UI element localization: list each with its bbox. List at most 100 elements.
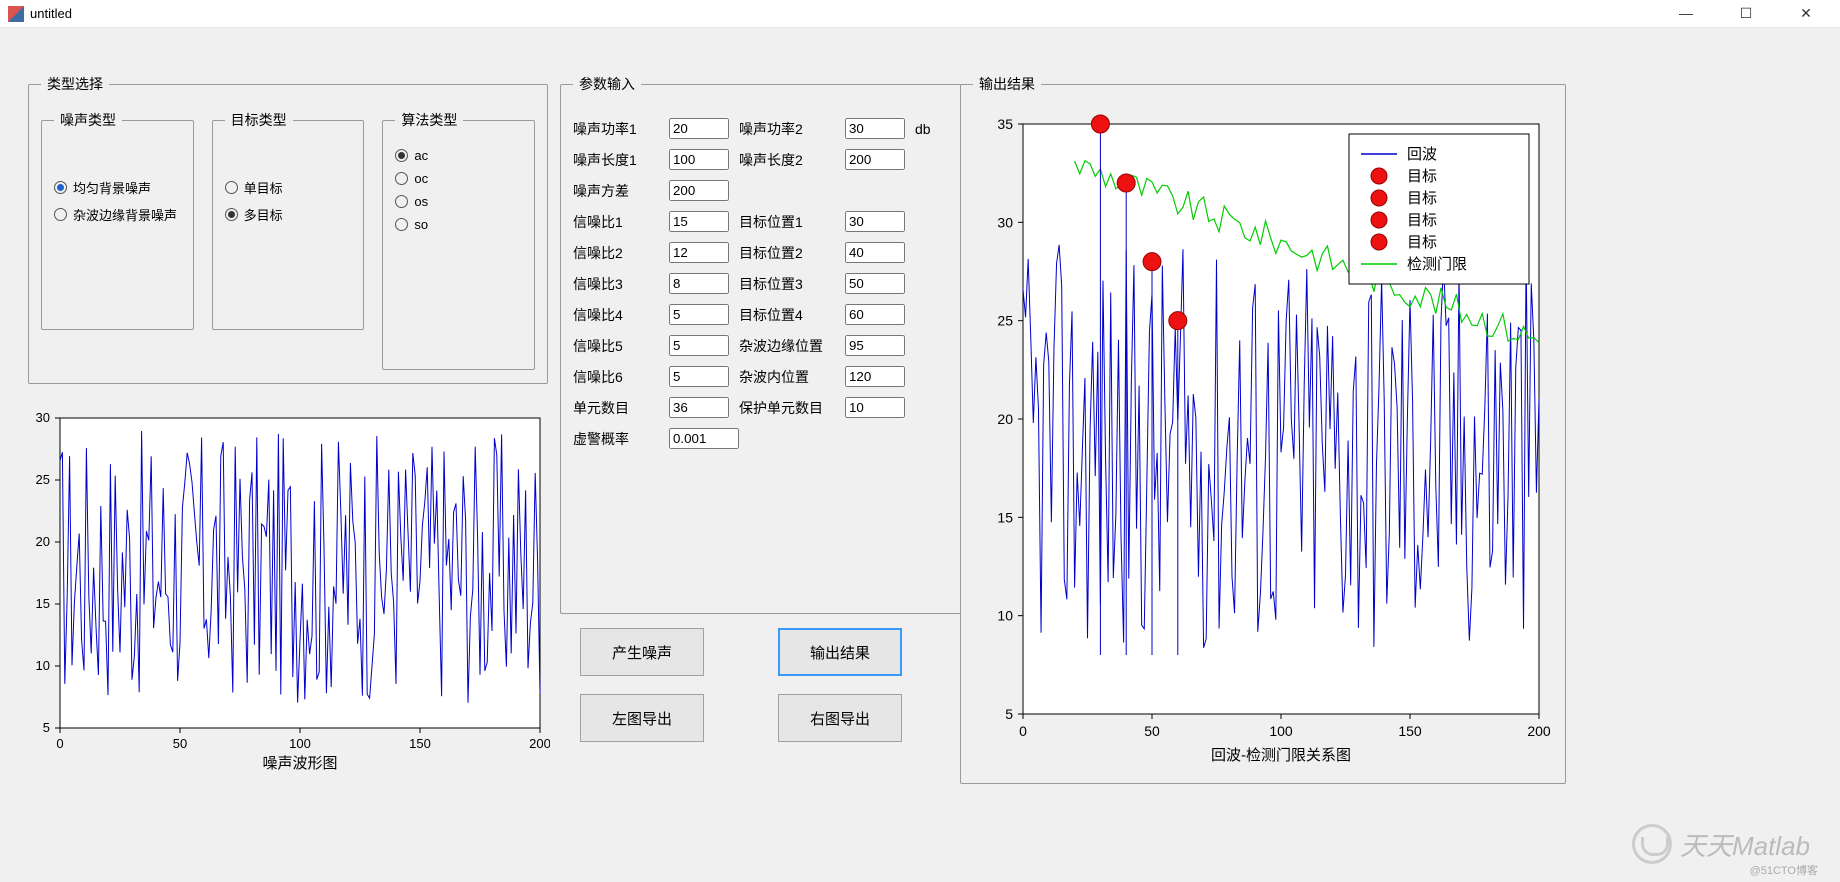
target-type-legend: 目标类型 bbox=[225, 110, 293, 130]
export-left-label: 左图导出 bbox=[612, 708, 672, 729]
radio-uniform-noise[interactable]: 均匀背景噪声 bbox=[54, 178, 181, 197]
snr1-label: 信噪比1 bbox=[573, 212, 659, 232]
export-right-label: 右图导出 bbox=[810, 708, 870, 729]
generate-noise-label: 产生噪声 bbox=[612, 642, 672, 663]
panel-types: 类型选择 噪声类型 均匀背景噪声 杂波边缘背景噪声 目标类型 单目标 多目标 算… bbox=[28, 74, 548, 384]
svg-text:35: 35 bbox=[997, 116, 1013, 132]
radio-single-target-label: 单目标 bbox=[244, 178, 283, 197]
watermark-icon bbox=[1632, 824, 1672, 864]
right-plot: 0501001502005101520253035回波目标目标目标目标检测门限回… bbox=[973, 104, 1553, 774]
radio-algo-so[interactable]: so bbox=[395, 217, 522, 232]
noise-var-label: 噪声方差 bbox=[573, 181, 659, 201]
panel-types-legend: 类型选择 bbox=[41, 74, 109, 94]
svg-text:15: 15 bbox=[36, 596, 50, 611]
radio-algo-os-label: os bbox=[414, 194, 428, 209]
snr5-label: 信噪比5 bbox=[573, 336, 659, 356]
noise-len1-input[interactable] bbox=[669, 149, 729, 170]
noise-len2-input[interactable] bbox=[845, 149, 905, 170]
snr6-input[interactable] bbox=[669, 366, 729, 387]
svg-text:100: 100 bbox=[289, 736, 311, 751]
panel-algo-type: 算法类型 ac oc os so bbox=[382, 110, 535, 370]
generate-noise-button[interactable]: 产生噪声 bbox=[580, 628, 704, 676]
snr1-input[interactable] bbox=[669, 211, 729, 232]
snr4-input[interactable] bbox=[669, 304, 729, 325]
radio-algo-oc[interactable]: oc bbox=[395, 171, 522, 186]
svg-text:目标: 目标 bbox=[1407, 168, 1437, 185]
radio-clutter-edge-noise[interactable]: 杂波边缘背景噪声 bbox=[54, 205, 181, 224]
snr3-label: 信噪比3 bbox=[573, 274, 659, 294]
panel-output-legend: 输出结果 bbox=[973, 74, 1041, 94]
pos2-input[interactable] bbox=[845, 242, 905, 263]
radio-multi-target[interactable]: 多目标 bbox=[225, 205, 352, 224]
noise-power2-input[interactable] bbox=[845, 118, 905, 139]
radio-algo-ac[interactable]: ac bbox=[395, 148, 522, 163]
left-plot: 05010015020051015202530噪声波形图 bbox=[20, 408, 550, 778]
snr5-input[interactable] bbox=[669, 335, 729, 356]
panel-target-type: 目标类型 单目标 多目标 bbox=[212, 110, 365, 330]
pos6-label: 杂波内位置 bbox=[739, 367, 835, 387]
svg-text:25: 25 bbox=[36, 472, 50, 487]
pos4-input[interactable] bbox=[845, 304, 905, 325]
svg-text:0: 0 bbox=[1019, 723, 1027, 739]
radio-algo-os[interactable]: os bbox=[395, 194, 522, 209]
pos3-label: 目标位置3 bbox=[739, 274, 835, 294]
cells-label: 单元数目 bbox=[573, 398, 659, 418]
snr4-label: 信噪比4 bbox=[573, 305, 659, 325]
svg-text:目标: 目标 bbox=[1407, 234, 1437, 251]
pfa-input[interactable] bbox=[669, 428, 739, 449]
radio-algo-oc-label: oc bbox=[414, 171, 428, 186]
panel-params: 参数输入 噪声功率1 噪声功率2 db 噪声长度1 噪声长度2 噪声方差 信噪比… bbox=[560, 74, 962, 614]
pos3-input[interactable] bbox=[845, 273, 905, 294]
minimize-button[interactable]: — bbox=[1668, 5, 1704, 22]
close-button[interactable]: ✕ bbox=[1788, 5, 1824, 22]
svg-text:150: 150 bbox=[1398, 723, 1422, 739]
radio-single-target[interactable]: 单目标 bbox=[225, 178, 352, 197]
window-title: untitled bbox=[30, 6, 1668, 21]
svg-text:回波: 回波 bbox=[1407, 146, 1437, 163]
svg-text:30: 30 bbox=[36, 410, 50, 425]
pos1-label: 目标位置1 bbox=[739, 212, 835, 232]
svg-text:目标: 目标 bbox=[1407, 190, 1437, 207]
app-icon bbox=[8, 6, 24, 22]
guard-label: 保护单元数目 bbox=[739, 398, 835, 418]
maximize-button[interactable]: ☐ bbox=[1728, 5, 1764, 22]
algo-type-legend: 算法类型 bbox=[395, 110, 463, 130]
svg-text:25: 25 bbox=[997, 313, 1013, 329]
export-right-button[interactable]: 右图导出 bbox=[778, 694, 902, 742]
pos4-label: 目标位置4 bbox=[739, 305, 835, 325]
pos2-label: 目标位置2 bbox=[739, 243, 835, 263]
guard-input[interactable] bbox=[845, 397, 905, 418]
radio-clutter-edge-noise-label: 杂波边缘背景噪声 bbox=[73, 205, 177, 224]
footer-text: @51CTO博客 bbox=[1750, 862, 1818, 878]
svg-text:回波-检测门限关系图: 回波-检测门限关系图 bbox=[1211, 747, 1351, 764]
db-label: db bbox=[915, 121, 949, 137]
snr2-label: 信噪比2 bbox=[573, 243, 659, 263]
svg-text:检测门限: 检测门限 bbox=[1407, 256, 1467, 273]
noise-len2-label: 噪声长度2 bbox=[739, 150, 835, 170]
svg-text:20: 20 bbox=[36, 534, 50, 549]
radio-algo-so-label: so bbox=[414, 217, 428, 232]
snr2-input[interactable] bbox=[669, 242, 729, 263]
svg-text:目标: 目标 bbox=[1407, 212, 1437, 229]
pos6-input[interactable] bbox=[845, 366, 905, 387]
noise-var-input[interactable] bbox=[669, 180, 729, 201]
output-result-button[interactable]: 输出结果 bbox=[778, 628, 902, 676]
svg-text:5: 5 bbox=[43, 720, 50, 735]
noise-power2-label: 噪声功率2 bbox=[739, 119, 835, 139]
noise-power1-input[interactable] bbox=[669, 118, 729, 139]
pos1-input[interactable] bbox=[845, 211, 905, 232]
svg-text:30: 30 bbox=[997, 214, 1013, 230]
svg-text:100: 100 bbox=[1269, 723, 1293, 739]
svg-text:15: 15 bbox=[997, 509, 1013, 525]
svg-text:20: 20 bbox=[997, 411, 1013, 427]
svg-text:0: 0 bbox=[56, 736, 63, 751]
radio-multi-target-label: 多目标 bbox=[244, 205, 283, 224]
svg-text:50: 50 bbox=[173, 736, 187, 751]
export-left-button[interactable]: 左图导出 bbox=[580, 694, 704, 742]
cells-input[interactable] bbox=[669, 397, 729, 418]
watermark-text: 天天Matlab bbox=[1680, 826, 1810, 863]
title-bar: untitled — ☐ ✕ bbox=[0, 0, 1840, 28]
snr3-input[interactable] bbox=[669, 273, 729, 294]
panel-params-legend: 参数输入 bbox=[573, 74, 641, 94]
pos5-input[interactable] bbox=[845, 335, 905, 356]
